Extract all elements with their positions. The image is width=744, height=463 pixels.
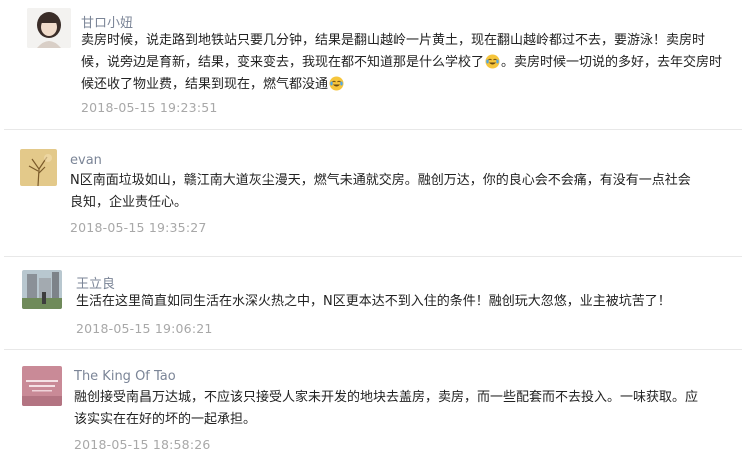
pink-text-avatar-icon — [22, 366, 62, 406]
comment-item: 王立良 生活在这里简直如同生活在水深火热之中，N区更本达不到入住的条件！融创玩大… — [0, 257, 744, 350]
comment-text: N区南面垃圾如山，赣江南大道灰尘漫天，燃气未通就交房。融创万达，你的良心会不会痛… — [70, 173, 691, 210]
comment-item: The King Of Tao 融创接受南昌万达城，不应该只接受人家未开发的地块… — [0, 350, 744, 463]
timestamp: 2018-05-15 19:35:27 — [70, 220, 207, 235]
comment-text: 生活在这里简直如同生活在水深火热之中，N区更本达不到入住的条件！融创玩大忽悠，业… — [76, 294, 671, 309]
laughing-tears-emoji-icon — [329, 76, 344, 91]
timestamp: 2018-05-15 19:23:51 — [81, 100, 218, 115]
username[interactable]: 王立良 — [76, 273, 115, 292]
timestamp: 2018-05-15 18:58:26 — [74, 437, 211, 452]
avatar[interactable] — [22, 366, 62, 406]
username[interactable]: The King Of Tao — [74, 369, 176, 384]
username[interactable]: 甘ロ小妞 — [81, 12, 133, 31]
username[interactable]: evan — [70, 153, 102, 168]
comment-item: 甘ロ小妞 卖房时候，说走路到地铁站只要几分钟，结果是翻山越岭一片黄土，现在翻山越… — [0, 0, 744, 130]
avatar[interactable] — [20, 149, 57, 186]
girl-portrait-avatar-icon — [27, 8, 71, 48]
city-building-avatar-icon — [22, 270, 62, 309]
avatar[interactable] — [27, 8, 71, 48]
comment-text: 卖房时候，说走路到地铁站只要几分钟，结果是翻山越岭一片黄土，现在翻山越岭都过不去… — [81, 30, 726, 96]
comment-item: evan N区南面垃圾如山，赣江南大道灰尘漫天，燃气未通就交房。融创万达，你的良… — [0, 130, 744, 257]
bare-tree-avatar-icon — [20, 149, 57, 186]
avatar[interactable] — [22, 270, 62, 309]
laughing-tears-emoji-icon — [485, 54, 500, 69]
timestamp: 2018-05-15 19:06:21 — [76, 321, 213, 336]
comment-text: 融创接受南昌万达城，不应该只接受人家未开发的地块去盖房，卖房，而一些配套而不去投… — [74, 390, 699, 427]
